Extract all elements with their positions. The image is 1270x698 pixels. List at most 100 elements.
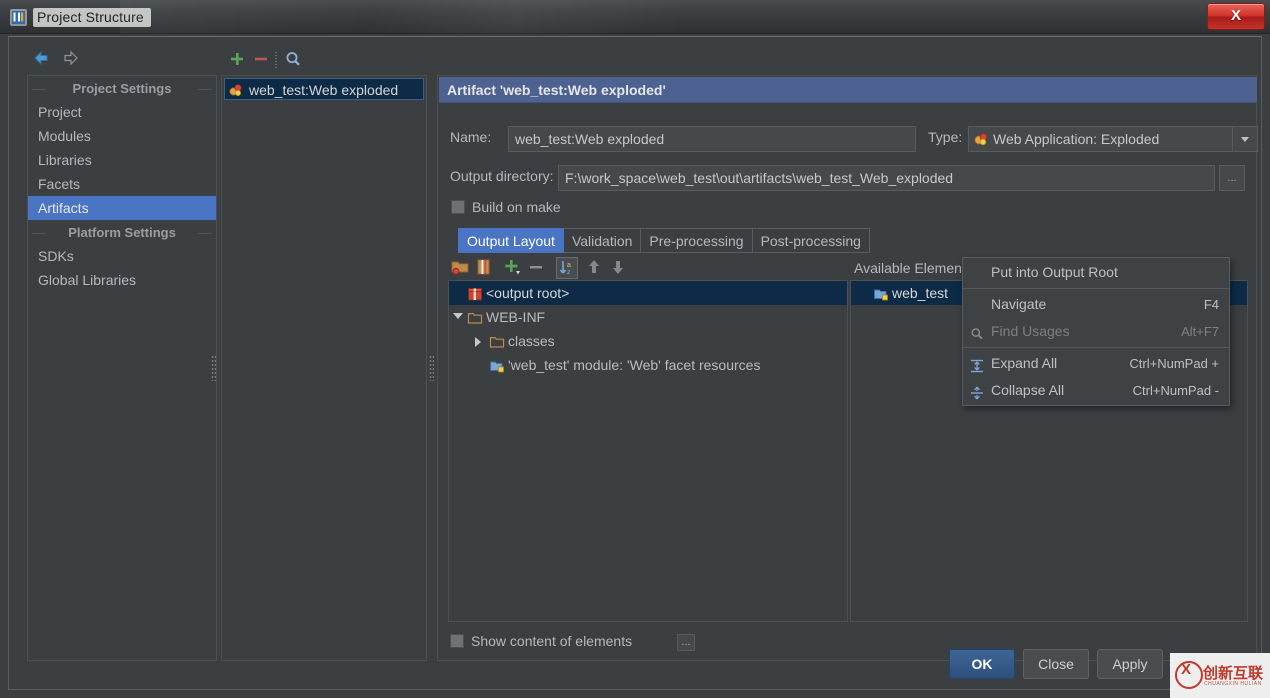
tree-row[interactable]: <output root> — [449, 281, 847, 305]
context-menu-separator — [963, 347, 1229, 348]
chevron-down-icon[interactable] — [1232, 126, 1258, 152]
web-application-icon — [973, 131, 989, 150]
artifact-name-input[interactable]: web_test:Web exploded — [508, 126, 916, 152]
splitter-left[interactable] — [209, 75, 218, 661]
title-bar: Project Structure X — [0, 0, 1270, 34]
sidebar-item-project[interactable]: Project — [28, 100, 216, 124]
type-label: Type: — [928, 129, 963, 145]
artifact-type-dropdown[interactable]: Web Application: Exploded — [968, 126, 1258, 152]
artifact-type-value: Web Application: Exploded — [993, 131, 1160, 147]
output-layout-tree[interactable]: <output root> WEB-INF classes 'web_test' mo… — [448, 280, 848, 622]
move-up-icon[interactable] — [584, 257, 606, 279]
artifact-details-header: Artifact 'web_test:Web exploded' — [439, 77, 1257, 103]
sidebar-item-label: Global Libraries — [38, 272, 137, 288]
chevron-right-icon[interactable] — [475, 337, 481, 347]
tab-post-processing[interactable]: Post-processing — [752, 228, 870, 253]
tab-output-layout[interactable]: Output Layout — [458, 228, 564, 253]
sidebar-item-sdks[interactable]: SDKs — [28, 244, 216, 268]
artifacts-toolbar — [221, 47, 427, 75]
plus-icon[interactable] — [227, 49, 249, 71]
search-icon[interactable] — [283, 49, 305, 71]
arrow-right-icon[interactable] — [61, 50, 81, 68]
sidebar-item-artifacts[interactable]: Artifacts — [28, 196, 216, 220]
context-menu-item-shortcut: Ctrl+NumPad + — [1129, 356, 1219, 371]
tab-pre-processing[interactable]: Pre-processing — [641, 228, 753, 253]
watermark-text-sub: CHUANGXIN HULIAN — [1204, 681, 1262, 687]
artifact-exploded-icon — [228, 82, 244, 104]
context-menu-item-shortcut: Ctrl+NumPad - — [1132, 383, 1219, 398]
show-content-of-elements-checkbox[interactable]: Show content of elements — [450, 633, 632, 649]
context-menu-item-label: Navigate — [991, 296, 1047, 312]
close-icon: X — [1230, 7, 1241, 24]
context-menu-item-expand-all[interactable]: Expand All Ctrl+NumPad + — [963, 350, 1229, 377]
sidebar-item-label: Artifacts — [38, 200, 89, 216]
build-on-make-checkbox[interactable]: Build on make — [451, 199, 561, 215]
browse-output-directory-button[interactable]: ... — [1219, 165, 1245, 191]
tree-row-label: <output root> — [486, 285, 570, 301]
sidebar-item-libraries[interactable]: Libraries — [28, 148, 216, 172]
checkbox-box — [450, 634, 464, 648]
checkbox-box — [451, 200, 465, 214]
add-copy-of-icon[interactable] — [502, 257, 524, 279]
tree-row-label: 'web_test' module: 'Web' facet resources — [508, 357, 761, 373]
show-content-label: Show content of elements — [471, 633, 633, 649]
sidebar-item-label: Modules — [38, 128, 91, 144]
minus-icon[interactable] — [251, 49, 273, 71]
move-down-icon[interactable] — [608, 257, 630, 279]
context-menu-item-put-into-output-root[interactable]: Put into Output Root — [963, 259, 1229, 286]
chevron-down-icon[interactable] — [453, 313, 463, 319]
sidebar-item-facets[interactable]: Facets — [28, 172, 216, 196]
sidebar-item-label: Libraries — [38, 152, 92, 168]
sidebar-group-header: Platform Settings — [28, 222, 216, 244]
available-element-label: web_test — [892, 285, 949, 301]
splitter-right[interactable] — [427, 75, 436, 661]
sidebar-item-label: Facets — [38, 176, 81, 192]
sidebar-item-global-libraries[interactable]: Global Libraries — [28, 268, 216, 292]
context-menu-item-label: Put into Output Root — [991, 264, 1118, 280]
context-menu-item-shortcut: F4 — [1203, 297, 1219, 312]
name-label: Name: — [450, 129, 492, 145]
create-archive-icon[interactable] — [474, 257, 496, 279]
create-directory-icon[interactable] — [450, 257, 472, 279]
arrow-left-icon[interactable] — [33, 50, 53, 68]
close-button[interactable]: X — [1207, 3, 1265, 30]
context-menu-item-shortcut: Alt+F7 — [1181, 324, 1219, 339]
ok-button[interactable]: OK — [949, 649, 1015, 679]
search-icon — [969, 324, 985, 351]
close-dialog-button[interactable]: Close — [1023, 649, 1089, 679]
artifact-list-item[interactable]: web_test:Web exploded — [224, 78, 424, 100]
context-menu-item-navigate[interactable]: Navigate F4 — [963, 291, 1229, 318]
build-on-make-label: Build on make — [472, 199, 561, 215]
settings-sidebar: Project Settings Project Modules Libraries F… — [27, 75, 217, 661]
watermark-text-cn: 创新互联 — [1203, 665, 1264, 682]
toolbar-separator — [275, 52, 277, 69]
context-menu-separator — [963, 288, 1229, 289]
context-menu-item-collapse-all[interactable]: Collapse All Ctrl+NumPad - — [963, 377, 1229, 404]
output-layout-toolbar: a z — [448, 256, 848, 280]
context-menu-item-find-usages: Find Usages Alt+F7 — [963, 318, 1229, 345]
tab-validation[interactable]: Validation — [563, 228, 642, 253]
splitter-grip-dots — [429, 355, 434, 381]
details-tabs: Output Layout Validation Pre-processing Pos… — [458, 228, 870, 253]
intellij-idea-icon — [10, 9, 27, 26]
output-directory-label: Output directory: — [450, 168, 554, 184]
tree-row[interactable]: 'web_test' module: 'Web' facet resources — [449, 353, 847, 377]
x-circle-logo — [1175, 661, 1203, 689]
tree-row-label: WEB-INF — [486, 309, 546, 325]
splitter-grip-dots — [211, 355, 216, 381]
apply-button[interactable]: Apply — [1097, 649, 1163, 679]
window-title: Project Structure — [33, 8, 151, 27]
svg-text:a: a — [567, 262, 571, 269]
collapse-all-icon — [969, 383, 985, 410]
remove-icon[interactable] — [526, 257, 548, 279]
tree-row[interactable]: classes — [449, 329, 847, 353]
sidebar-item-modules[interactable]: Modules — [28, 124, 216, 148]
project-structure-window: Project Structure X Project Settings Proj… — [0, 0, 1270, 698]
context-menu: Put into Output Root Navigate F4 Find Usage… — [962, 257, 1230, 406]
context-menu-item-label: Expand All — [991, 355, 1058, 371]
tree-row[interactable]: WEB-INF — [449, 305, 847, 329]
sidebar-item-label: SDKs — [38, 248, 74, 264]
output-directory-input[interactable]: F:\work_space\web_test\out\artifacts\web… — [558, 165, 1215, 191]
tree-row-label: classes — [508, 333, 555, 349]
sort-alphabetically-icon[interactable]: a z — [556, 257, 578, 279]
